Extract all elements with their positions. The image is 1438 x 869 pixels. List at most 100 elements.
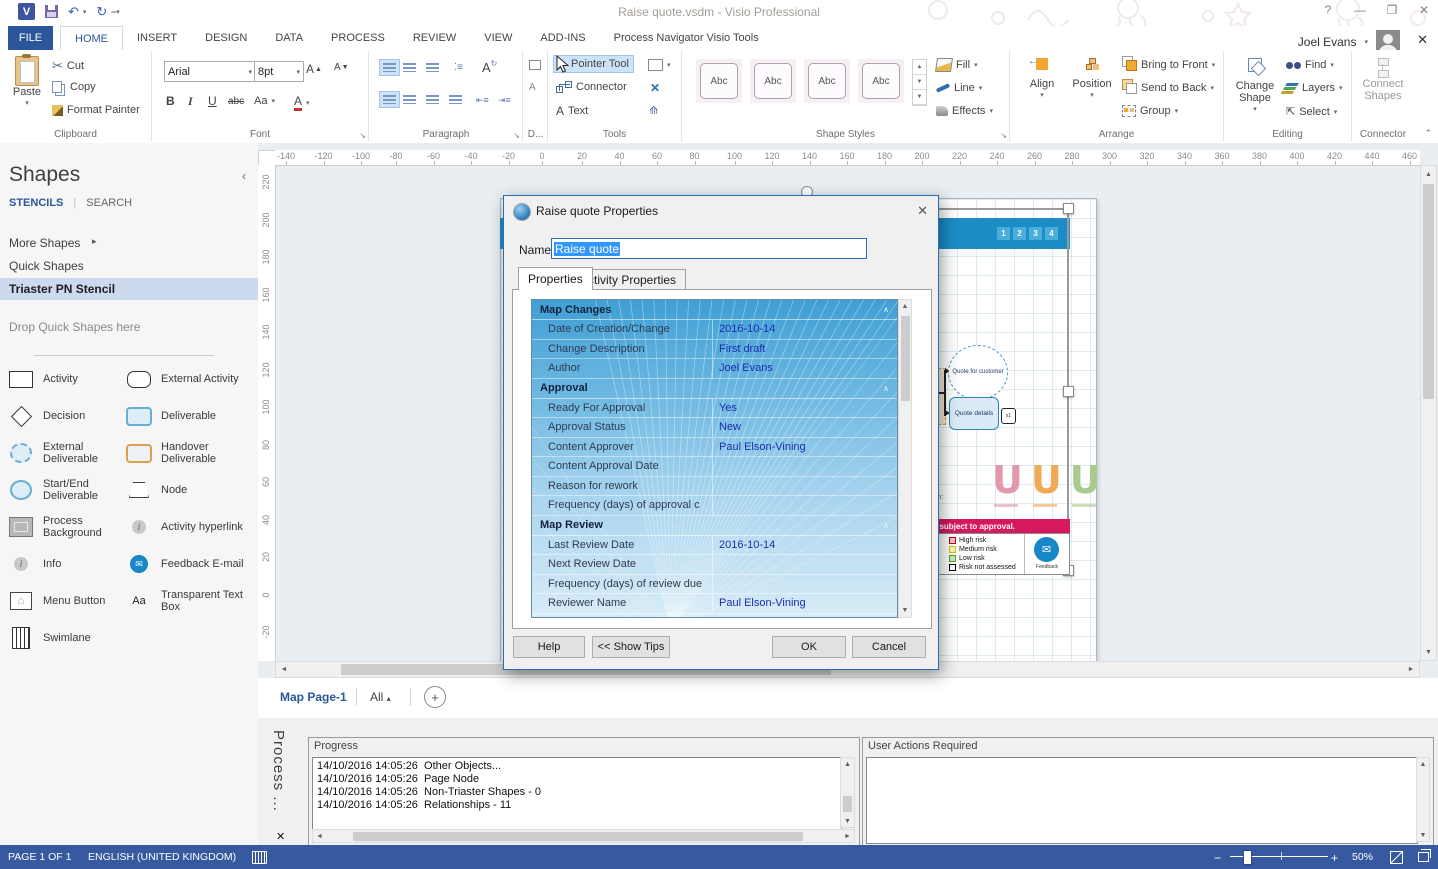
tab-data[interactable]: DATA (261, 26, 317, 50)
presentation-mode-icon[interactable] (1186, 6, 1201, 17)
align-center-button[interactable] (403, 95, 416, 104)
vertical-scroll-thumb[interactable] (1423, 184, 1434, 399)
property-row[interactable]: Frequency (days) of approval c (532, 496, 897, 516)
stencil-item-start-end-deliverable[interactable]: Start/End Deliverable (6, 476, 124, 504)
collapse-section-icon[interactable]: ∧ (883, 384, 897, 393)
property-row[interactable]: Date of Creation/Change2016-10-14 (532, 320, 897, 340)
tab-properties[interactable]: Properties (518, 267, 593, 290)
property-value[interactable]: Paul Elson-Vining (713, 441, 806, 453)
property-value[interactable]: 2016-10-14 (713, 539, 775, 551)
italic-button[interactable]: I (188, 94, 193, 109)
page-nav-button-4[interactable]: 4 (1045, 227, 1058, 240)
scroll-thumb[interactable] (843, 796, 852, 812)
property-grid-scrollbar[interactable]: ▲ ▼ (898, 299, 912, 618)
scroll-down-icon[interactable]: ▼ (1417, 830, 1429, 840)
undo-button[interactable]: ↶ (68, 4, 79, 20)
stencil-item-menu-button[interactable]: ⌂Menu Button (6, 587, 124, 615)
shape-styles-dialog-launcher-icon[interactable]: ↘ (1000, 131, 1007, 140)
bullets-button[interactable]: ⁚≡ (454, 62, 463, 73)
page-nav-button-2[interactable]: 2 (1013, 227, 1026, 240)
shape-style-swatch[interactable]: Abc (696, 59, 742, 103)
add-page-button[interactable]: + (424, 686, 446, 708)
property-value[interactable]: First draft (713, 343, 765, 355)
scroll-thumb[interactable] (901, 316, 910, 401)
collapsed-group-icon[interactable] (529, 60, 541, 70)
align-middle-button[interactable] (403, 63, 416, 72)
collapse-ribbon-icon[interactable]: ⌃ (1424, 128, 1432, 139)
save-icon[interactable] (45, 5, 58, 18)
user-actions-area[interactable] (866, 757, 1418, 844)
redo-button[interactable]: ↻ (96, 4, 107, 20)
collapse-section-icon[interactable]: ∧ (883, 305, 897, 314)
stencil-item-activity-hyperlink[interactable]: iActivity hyperlink (124, 513, 250, 541)
property-row[interactable]: Ready For ApprovalYes (532, 399, 897, 419)
shape-node[interactable]: x1 (1001, 408, 1016, 424)
font-color-button[interactable]: A▾ (294, 94, 310, 111)
gallery-more-icon[interactable]: ▼ (913, 90, 926, 105)
macro-status-icon[interactable] (252, 851, 267, 864)
property-row[interactable]: Next Review Date (532, 555, 897, 575)
fill-button[interactable]: Fill▾ (936, 58, 978, 72)
collapsed-group-icon-2[interactable]: A (529, 82, 536, 93)
property-section-approval[interactable]: Approval∧ (532, 379, 897, 399)
text-direction-button[interactable]: A↻ (482, 60, 497, 75)
property-value[interactable]: Paul Elson-Vining (713, 597, 806, 609)
property-section-map-review[interactable]: Map Review∧ (532, 516, 897, 536)
freeform-tool-button[interactable]: ⟰ (649, 104, 658, 117)
property-row[interactable]: Change DescriptionFirst draft (532, 340, 897, 360)
shape-quote-details[interactable]: Quote details (949, 397, 999, 430)
undo-dropdown-icon[interactable]: ▾ (83, 8, 87, 16)
progress-h-scrollbar[interactable]: ◄ ► (312, 829, 855, 843)
align-right-button[interactable] (426, 95, 439, 104)
property-value[interactable]: New (713, 421, 741, 433)
selection-handle[interactable] (1063, 203, 1074, 214)
scroll-down-icon[interactable]: ▼ (841, 816, 854, 826)
font-size-select[interactable]: 8pt▾ (254, 61, 304, 82)
position-button[interactable]: Position▾ (1068, 58, 1116, 102)
property-row[interactable]: Content Approval Date (532, 457, 897, 477)
progress-v-scrollbar[interactable]: ▲ ▼ (840, 757, 855, 828)
tab-stencils[interactable]: STENCILS (9, 197, 63, 209)
stencil-item-decision[interactable]: Decision (6, 402, 124, 430)
tab-review[interactable]: REVIEW (399, 26, 470, 50)
align-bottom-button[interactable] (426, 63, 439, 72)
dialog-title-bar[interactable]: Raise quote Properties ✕ (504, 196, 938, 226)
cut-button[interactable]: ✂Cut (52, 58, 84, 74)
language-indicator[interactable]: ENGLISH (UNITED KINGDOM) (88, 851, 236, 863)
bring-to-front-button[interactable]: Bring to Front▾ (1122, 59, 1215, 71)
line-button[interactable]: Line▾ (936, 82, 982, 94)
gallery-down-icon[interactable]: ▼ (913, 75, 926, 90)
close-panel-icon[interactable]: ✕ (276, 830, 285, 843)
scroll-left-icon[interactable]: ◄ (314, 830, 325, 842)
scroll-down-icon[interactable]: ▼ (899, 605, 911, 616)
strikethrough-button[interactable]: abc (228, 96, 244, 107)
zoom-slider-thumb[interactable] (1243, 850, 1252, 865)
zoom-out-button[interactable]: − (1214, 851, 1221, 865)
shape-quote-for-customer[interactable]: Quote for customer (948, 345, 1008, 400)
fit-page-icon[interactable] (1390, 851, 1403, 864)
shape-style-swatch[interactable]: Abc (750, 59, 796, 103)
tab-add-ins[interactable]: ADD-INS (526, 26, 599, 50)
close-icon[interactable]: ✕ (1416, 3, 1432, 17)
zoom-in-button[interactable]: + (1331, 851, 1338, 865)
justify-button[interactable] (449, 95, 462, 104)
stencil-item-transparent-text-box[interactable]: AaTransparent Text Box (124, 587, 250, 615)
show-tips-button[interactable]: << Show Tips (592, 636, 670, 658)
bold-button[interactable]: B (166, 94, 175, 108)
gallery-up-icon[interactable]: ▲ (913, 60, 926, 75)
feedback-email-icon[interactable]: ✉ (1034, 537, 1059, 562)
shape-style-swatch[interactable]: Abc (858, 59, 904, 103)
property-row[interactable]: Last Review Date2016-10-14 (532, 536, 897, 556)
scroll-thumb[interactable] (353, 832, 803, 841)
change-shape-button[interactable]: Change Shape▾ (1230, 58, 1280, 116)
rectangle-tool-button[interactable]: ▾ (648, 59, 671, 71)
stencil-item-swimlane[interactable]: Swimlane (6, 624, 124, 652)
send-to-back-button[interactable]: Send to Back▾ (1122, 82, 1214, 94)
layers-button[interactable]: Layers▾ (1286, 82, 1343, 94)
property-value[interactable]: Joel Evans (713, 362, 773, 374)
stencil-item-external-activity[interactable]: External Activity (124, 365, 250, 393)
property-row[interactable]: Frequency (days) of review due (532, 575, 897, 595)
page-all-button[interactable]: All ▴ (370, 690, 391, 704)
vertical-scrollbar[interactable]: ▲ ▼ (1420, 165, 1437, 661)
underline-button[interactable]: U (208, 94, 217, 108)
